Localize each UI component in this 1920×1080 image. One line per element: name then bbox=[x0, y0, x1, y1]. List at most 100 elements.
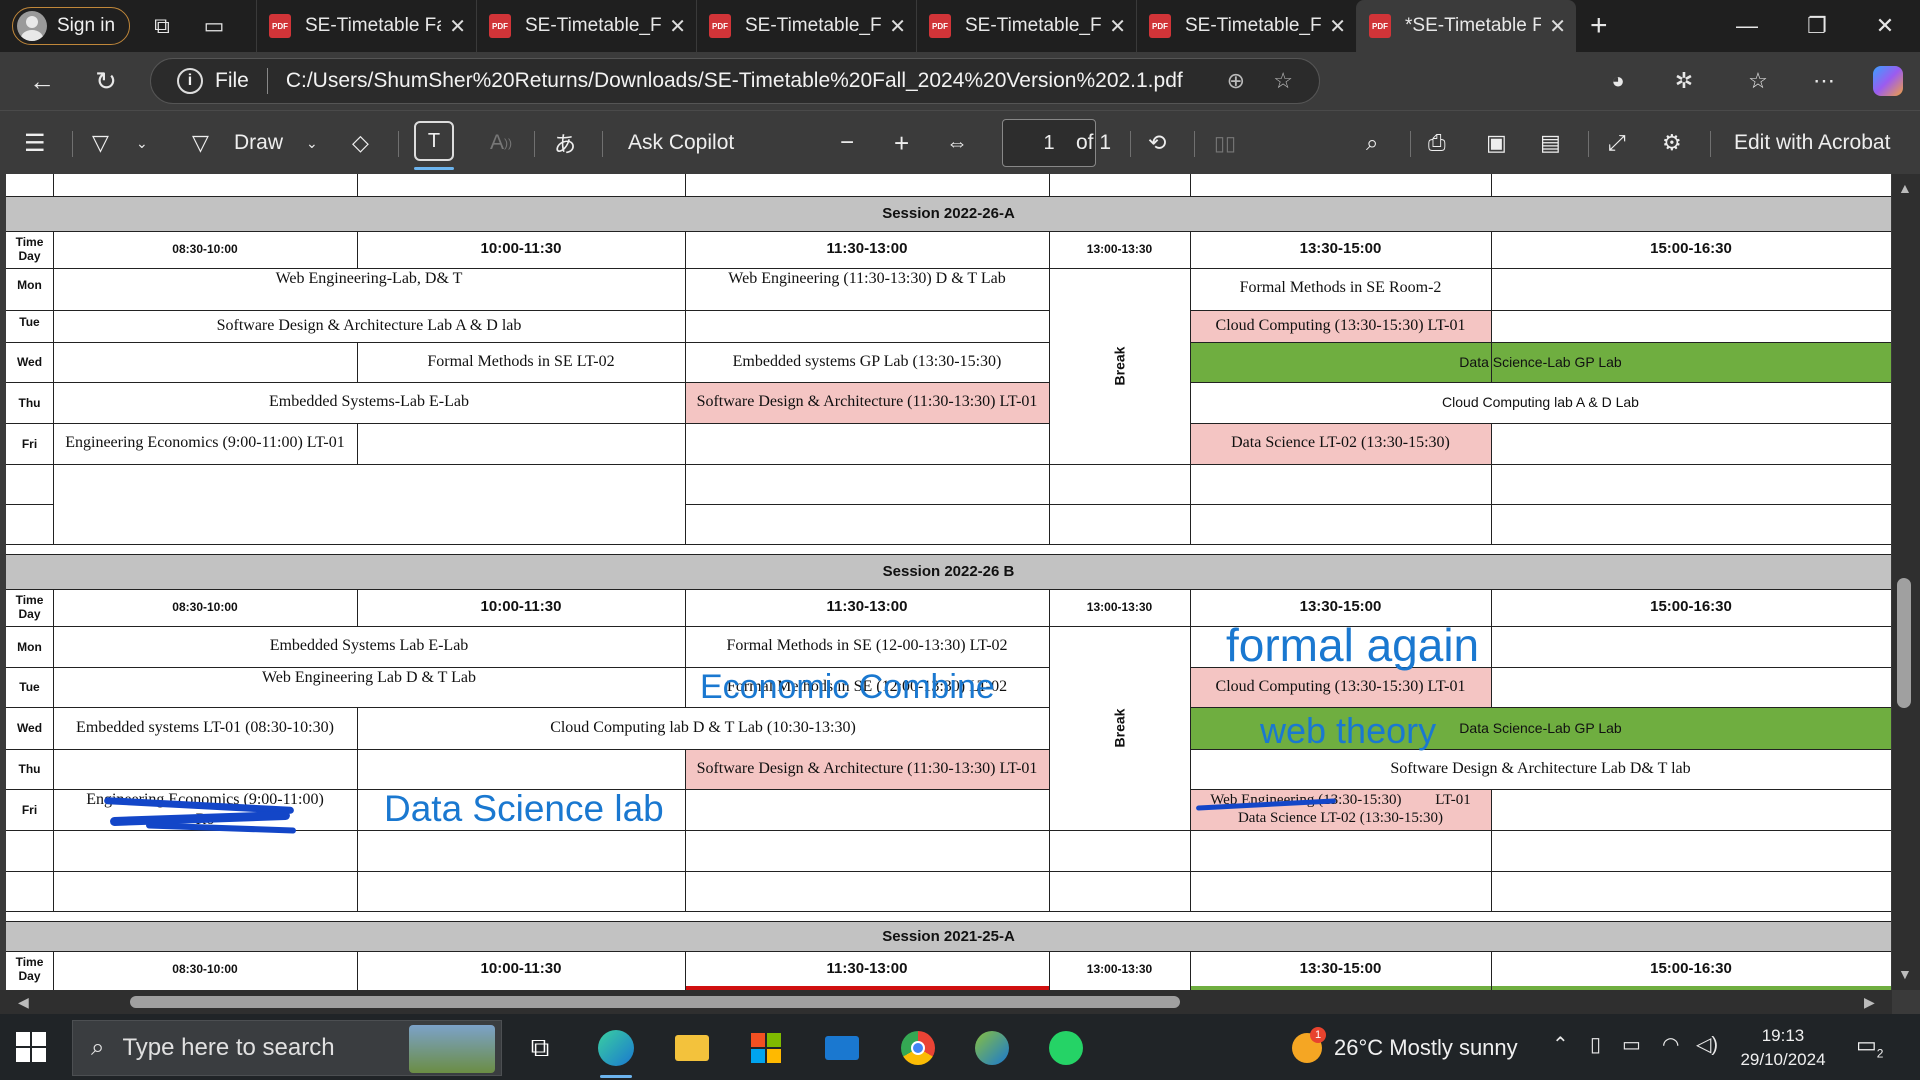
scroll-down-arrow-icon[interactable]: ▼ bbox=[1898, 966, 1912, 982]
save-icon[interactable]: ▣ bbox=[1486, 111, 1507, 175]
horizontal-scroll-thumb[interactable] bbox=[130, 996, 1180, 1008]
draw-button[interactable]: Draw bbox=[234, 111, 283, 175]
close-tab-icon[interactable]: ✕ bbox=[669, 14, 686, 39]
zoom-in-icon[interactable]: + bbox=[894, 111, 909, 175]
close-window-button[interactable]: ✕ bbox=[1850, 0, 1920, 52]
annotation-text[interactable]: formal again bbox=[1226, 618, 1479, 672]
eraser-icon[interactable]: ◇ bbox=[352, 111, 369, 175]
print-icon[interactable]: ⎙ bbox=[1428, 111, 1446, 175]
tab-1[interactable]: PDF SE-Timetable Fa ✕ bbox=[256, 0, 476, 52]
restore-button[interactable]: ❐ bbox=[1782, 0, 1852, 52]
notification-center-icon[interactable]: ▭2 bbox=[1856, 1032, 1883, 1060]
highlight-icon[interactable]: ▽ bbox=[92, 111, 109, 175]
show-hidden-icons-chevron-icon[interactable]: ⌃ bbox=[1552, 1032, 1569, 1057]
timetable-cell: Engineering Economics (9:00-11:00) LT-01 bbox=[65, 434, 345, 452]
save-as-icon[interactable]: ▤ bbox=[1540, 111, 1561, 175]
avatar-icon bbox=[17, 11, 47, 41]
clock-time: 19:13 bbox=[1761, 1026, 1805, 1045]
taskbar-search-input[interactable]: ⌕ Type here to search bbox=[72, 1020, 502, 1076]
read-aloud-icon[interactable]: A)) bbox=[490, 111, 512, 175]
close-tab-icon[interactable]: ✕ bbox=[1329, 14, 1346, 39]
session-b-title: Session 2022-26 B bbox=[6, 554, 1891, 589]
tab-5[interactable]: PDF SE-Timetable_Fa ✕ bbox=[1136, 0, 1356, 52]
divider bbox=[1194, 131, 1195, 157]
fullscreen-icon[interactable]: ⤢ bbox=[1608, 111, 1626, 175]
info-icon[interactable]: i bbox=[177, 68, 203, 94]
vertical-scroll-thumb[interactable] bbox=[1897, 578, 1911, 708]
time-day-header: Time Day bbox=[6, 589, 53, 626]
chevron-down-icon[interactable]: ⌄ bbox=[136, 111, 148, 175]
scroll-left-arrow-icon[interactable]: ◀ bbox=[18, 994, 29, 1011]
tab-label: SE-Timetable_Fa bbox=[1185, 15, 1322, 36]
timetable-cell: Web Engineering Lab D & T Lab bbox=[261, 669, 477, 686]
day-label: Thu bbox=[18, 762, 41, 776]
weather-widget[interactable]: 26°C Mostly sunny bbox=[1292, 1024, 1518, 1072]
more-options-icon[interactable]: ⋯ bbox=[1802, 59, 1846, 103]
task-view-icon[interactable]: ⧉ bbox=[516, 1024, 564, 1072]
wifi-icon[interactable]: ◠ bbox=[1662, 1032, 1679, 1057]
tab-4[interactable]: PDF SE-Timetable_Fa ✕ bbox=[916, 0, 1136, 52]
new-tab-button[interactable]: + bbox=[1590, 9, 1608, 43]
windows-start-icon[interactable] bbox=[16, 1032, 46, 1062]
chevron-down-icon[interactable]: ⌄ bbox=[306, 111, 318, 175]
tab-6-active[interactable]: PDF *SE-Timetable F ✕ bbox=[1356, 0, 1576, 52]
add-text-icon[interactable]: T bbox=[414, 121, 454, 161]
annotation-text[interactable]: Economic Combine bbox=[700, 668, 995, 707]
zoom-out-icon[interactable]: − bbox=[840, 111, 854, 175]
pdf-viewer[interactable]: Session 2022-26-A Time Day 08:30-10:00 1… bbox=[0, 174, 1920, 990]
battery-icon[interactable]: ▭ bbox=[1622, 1032, 1641, 1057]
ask-copilot-label: Ask Copilot bbox=[628, 131, 735, 154]
search-icon[interactable]: ⌕ bbox=[1366, 111, 1378, 175]
timetable-cell: Cloud Computing (13:30-15:30) LT-01 bbox=[1190, 310, 1491, 342]
page-view-icon[interactable]: ▯▯ bbox=[1214, 111, 1236, 175]
annotation-text[interactable]: Data Science lab bbox=[384, 788, 664, 830]
tab-label: SE-Timetable Fa bbox=[305, 15, 442, 36]
mail-icon[interactable] bbox=[818, 1024, 866, 1072]
favorites-icon[interactable]: ☆ bbox=[1736, 59, 1780, 103]
tab-3[interactable]: PDF SE-Timetable_Fa ✕ bbox=[696, 0, 916, 52]
back-arrow-icon[interactable]: ← bbox=[20, 59, 64, 103]
slot-header: 10:00-11:30 bbox=[480, 960, 562, 978]
rotate-icon[interactable]: ⟲ bbox=[1148, 111, 1166, 175]
chrome-icon[interactable] bbox=[894, 1024, 942, 1072]
system-clock[interactable]: 19:13 29/10/2024 bbox=[1728, 1024, 1838, 1072]
minimize-button[interactable]: — bbox=[1712, 0, 1782, 52]
scroll-up-arrow-icon[interactable]: ▲ bbox=[1898, 180, 1912, 196]
divider bbox=[1588, 131, 1589, 157]
contents-list-icon[interactable]: ☰ bbox=[24, 111, 46, 175]
pinned-app-globe-icon[interactable] bbox=[968, 1024, 1016, 1072]
sign-in-button[interactable]: Sign in bbox=[12, 7, 130, 45]
microsoft-store-icon[interactable] bbox=[742, 1024, 790, 1072]
settings-gear-icon[interactable]: ⚙ bbox=[1662, 111, 1682, 175]
close-tab-icon[interactable]: ✕ bbox=[889, 14, 906, 39]
extension-globe-icon[interactable]: ◕ bbox=[1596, 59, 1640, 103]
scroll-right-arrow-icon[interactable]: ▶ bbox=[1864, 994, 1875, 1011]
translate-icon[interactable]: あ bbox=[554, 111, 576, 175]
fit-width-icon[interactable]: ⇔ bbox=[946, 111, 968, 175]
page-total: of 1 bbox=[1076, 131, 1112, 154]
address-input[interactable]: i File C:/Users/ShumSher%20Returns/Downl… bbox=[150, 58, 1320, 104]
zoom-icon[interactable]: ⊕ bbox=[1227, 68, 1245, 94]
edge-browser-icon[interactable] bbox=[592, 1024, 640, 1078]
close-tab-icon[interactable]: ✕ bbox=[1549, 14, 1566, 39]
draw-label: Draw bbox=[234, 131, 284, 154]
favorite-star-icon[interactable]: ☆ bbox=[1273, 68, 1293, 94]
tab-actions-icon[interactable]: ▭ bbox=[194, 6, 234, 46]
close-tab-icon[interactable]: ✕ bbox=[1109, 14, 1126, 39]
edit-with-acrobat-button[interactable]: Edit with Acrobat bbox=[1734, 111, 1890, 175]
copilot-icon[interactable] bbox=[1866, 59, 1910, 103]
workspaces-icon[interactable]: ⧉ bbox=[142, 6, 182, 46]
refresh-icon[interactable]: ↻ bbox=[84, 59, 128, 103]
timetable-cell: Embedded Systems-Lab E-Lab bbox=[269, 393, 469, 411]
volume-icon[interactable]: ◁) bbox=[1696, 1032, 1718, 1057]
slot-header: 13:00-13:30 bbox=[1086, 599, 1153, 614]
file-explorer-icon[interactable] bbox=[668, 1024, 716, 1072]
draw-pen-icon[interactable]: ▽ bbox=[192, 111, 209, 175]
whatsapp-icon[interactable] bbox=[1042, 1024, 1090, 1072]
extensions-puzzle-icon[interactable]: ✲ bbox=[1662, 59, 1706, 103]
close-tab-icon[interactable]: ✕ bbox=[449, 14, 466, 39]
ask-copilot-button[interactable]: Ask Copilot bbox=[628, 111, 734, 175]
tab-2[interactable]: PDF SE-Timetable_Fa ✕ bbox=[476, 0, 696, 52]
annotation-text[interactable]: web theory bbox=[1260, 710, 1436, 752]
device-icon[interactable]: ▯ bbox=[1590, 1032, 1601, 1057]
